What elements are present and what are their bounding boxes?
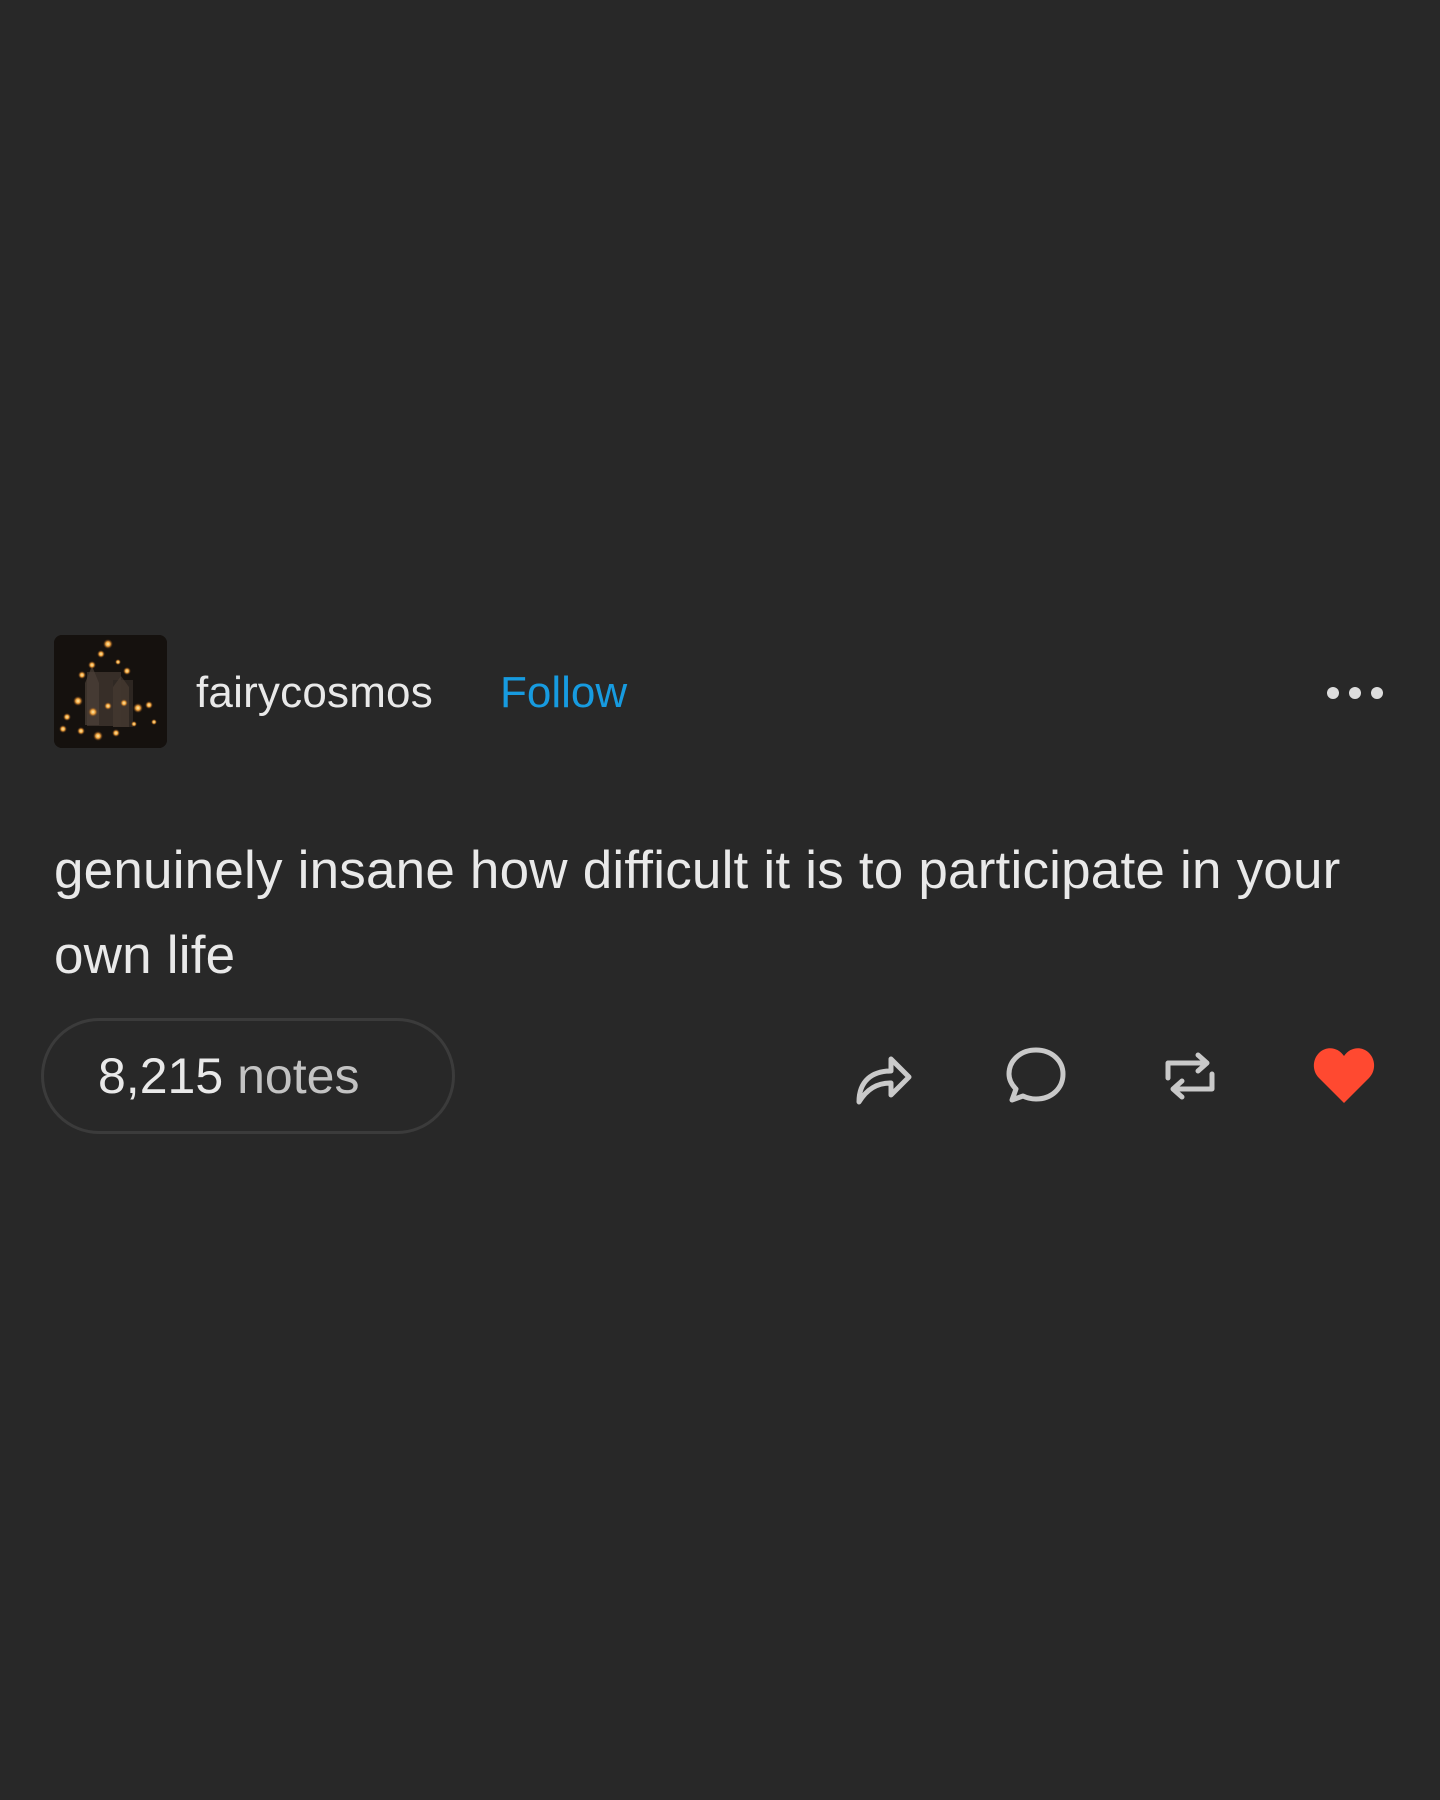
post-card: fairycosmos Follow genuinely insane how … [0,0,1440,1800]
notes-count: 8,215 [98,1048,224,1104]
avatar[interactable] [54,635,167,748]
blog-username[interactable]: fairycosmos [196,667,433,719]
like-button[interactable] [1310,1044,1378,1108]
more-options-button[interactable] [1322,672,1388,714]
notes-label: notes [237,1048,360,1104]
post-body-text: genuinely insane how difficult it is to … [54,841,1341,985]
reblog-button[interactable] [1156,1044,1224,1108]
candle-light-avatar-image [54,635,167,748]
ellipsis-icon [1327,687,1383,699]
notes-count-button[interactable]: 8,215 notes [41,1018,455,1134]
reblog-arrows-icon [1165,1052,1215,1100]
heart-icon [1313,1048,1375,1103]
share-arrow-icon [856,1056,912,1105]
reply-button[interactable] [1002,1044,1070,1108]
follow-button[interactable]: Follow [500,667,627,719]
share-button[interactable] [848,1044,916,1108]
speech-bubble-icon [1006,1047,1066,1103]
